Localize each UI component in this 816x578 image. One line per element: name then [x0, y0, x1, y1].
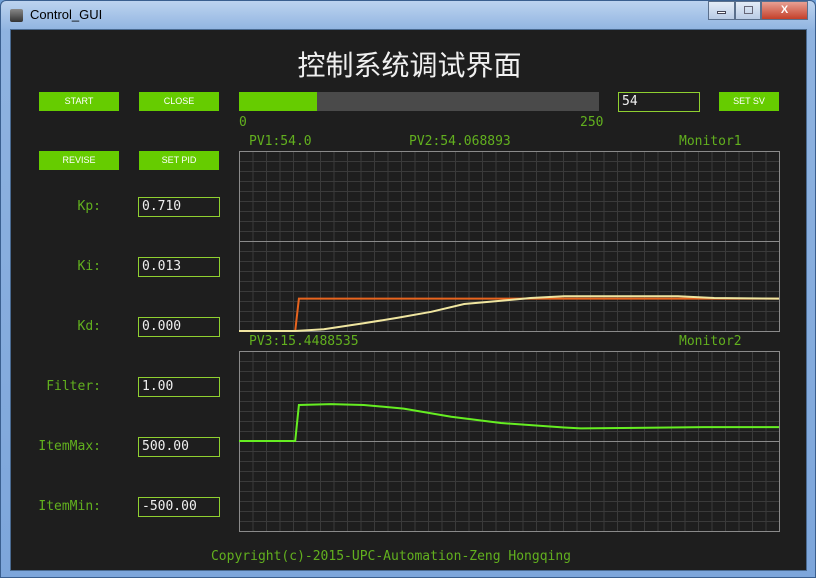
- param-label: Filter:: [46, 379, 101, 394]
- progress-fill: [239, 92, 317, 111]
- param-label: Kp:: [77, 199, 101, 214]
- client-area: 控制系统调试界面 START CLOSE REVISE SET PID SET …: [10, 29, 807, 571]
- app-icon: [10, 9, 23, 22]
- close-icon: X: [780, 4, 789, 16]
- minimize-icon: [717, 11, 726, 14]
- monitor1-chart: [239, 151, 780, 332]
- progress-min-label: 0: [239, 115, 247, 130]
- progress-max-label: 250: [580, 115, 604, 130]
- pv3-readout: PV3:15.4488535: [249, 334, 359, 349]
- progress-bar: [239, 92, 599, 111]
- set-sv-button[interactable]: SET SV: [719, 92, 779, 111]
- param-input[interactable]: 0.013: [138, 257, 220, 277]
- close-window-button[interactable]: X: [761, 1, 808, 20]
- start-button[interactable]: START: [39, 92, 119, 111]
- param-input[interactable]: -500.00: [138, 497, 220, 517]
- monitor1-label: Monitor1: [679, 134, 742, 149]
- pv2-readout: PV2:54.068893: [409, 134, 511, 149]
- maximize-button[interactable]: [735, 1, 761, 20]
- param-label: ItemMin:: [38, 499, 101, 514]
- param-label: ItemMax:: [38, 439, 101, 454]
- monitor2-chart: [239, 351, 780, 532]
- revise-button[interactable]: REVISE: [39, 151, 119, 170]
- param-input[interactable]: 500.00: [138, 437, 220, 457]
- minimize-button[interactable]: [708, 1, 735, 20]
- param-input[interactable]: 0.000: [138, 317, 220, 337]
- param-label: Ki:: [77, 259, 101, 274]
- close-button[interactable]: CLOSE: [139, 92, 219, 111]
- window: Control_GUI X 控制系统调试界面 START CLOSE REVIS…: [0, 0, 816, 578]
- set-pid-button[interactable]: SET PID: [139, 151, 219, 170]
- pv1-readout: PV1:54.0: [249, 134, 312, 149]
- monitor2-label: Monitor2: [679, 334, 742, 349]
- page-title: 控制系统调试界面: [297, 49, 522, 82]
- window-title: Control_GUI: [30, 7, 103, 22]
- param-label: Kd:: [77, 319, 101, 334]
- sv-input[interactable]: 54: [618, 92, 700, 112]
- title-bar: Control_GUI X: [1, 1, 815, 29]
- param-input[interactable]: 0.710: [138, 197, 220, 217]
- param-input[interactable]: 1.00: [138, 377, 220, 397]
- copyright-footer: Copyright(c)-2015-UPC-Automation-Zeng Ho…: [210, 549, 572, 564]
- maximize-icon: [743, 6, 753, 14]
